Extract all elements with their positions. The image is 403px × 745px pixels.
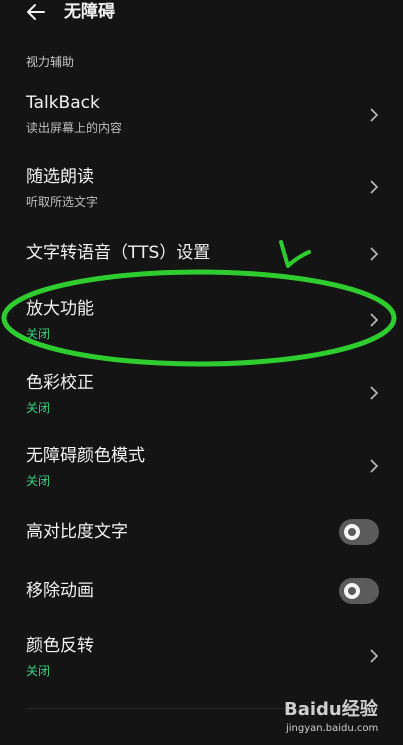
item-subtitle: 读出屏幕上的内容	[26, 121, 123, 135]
page-title: 无障碍	[64, 2, 115, 22]
settings-item-remove-animations: 移除动画	[0, 577, 403, 607]
settings-item-accessibility-color-mode[interactable]: 无障碍颜色模式 关闭	[0, 443, 403, 493]
highlight-ellipse	[1, 269, 397, 367]
chevron-right-icon	[370, 108, 379, 122]
watermark-brand: Baidu经验	[284, 699, 378, 720]
chevron-right-icon	[370, 649, 379, 663]
settings-item-select-to-speak[interactable]: 随选朗读 听取所选文字	[0, 162, 403, 220]
watermark-url: jingyan.baidu.com	[286, 723, 379, 734]
baidu-watermark: Baidu经验 jingyan.baidu.com	[284, 695, 389, 743]
item-status: 关闭	[26, 401, 51, 415]
chevron-right-icon	[370, 459, 379, 473]
item-status: 关闭	[26, 474, 51, 488]
item-title: 无障碍颜色模式	[26, 446, 145, 466]
section-label-vision: 视力辅助	[26, 55, 75, 69]
chevron-right-icon	[370, 180, 379, 194]
settings-item-high-contrast-text: 高对比度文字	[0, 518, 403, 548]
high-contrast-toggle[interactable]	[339, 519, 379, 545]
settings-item-talkback[interactable]: TalkBack 读出屏幕上的内容	[0, 88, 403, 146]
app-header: 无障碍	[0, 0, 403, 24]
item-subtitle: 听取所选文字	[26, 195, 99, 209]
toggle-knob	[344, 524, 360, 540]
item-title: 移除动画	[26, 581, 94, 601]
toggle-knob	[344, 583, 360, 599]
back-arrow-icon[interactable]	[24, 0, 48, 24]
item-title: 颜色反转	[26, 636, 94, 656]
checkmark-annotation-icon	[279, 240, 311, 268]
item-title: 随选朗读	[26, 167, 94, 187]
item-title: TalkBack	[26, 93, 100, 113]
settings-item-color-inversion[interactable]: 颜色反转 关闭	[0, 633, 403, 683]
remove-animations-toggle[interactable]	[339, 578, 379, 604]
item-status: 关闭	[26, 664, 51, 678]
item-title: 高对比度文字	[26, 522, 128, 542]
